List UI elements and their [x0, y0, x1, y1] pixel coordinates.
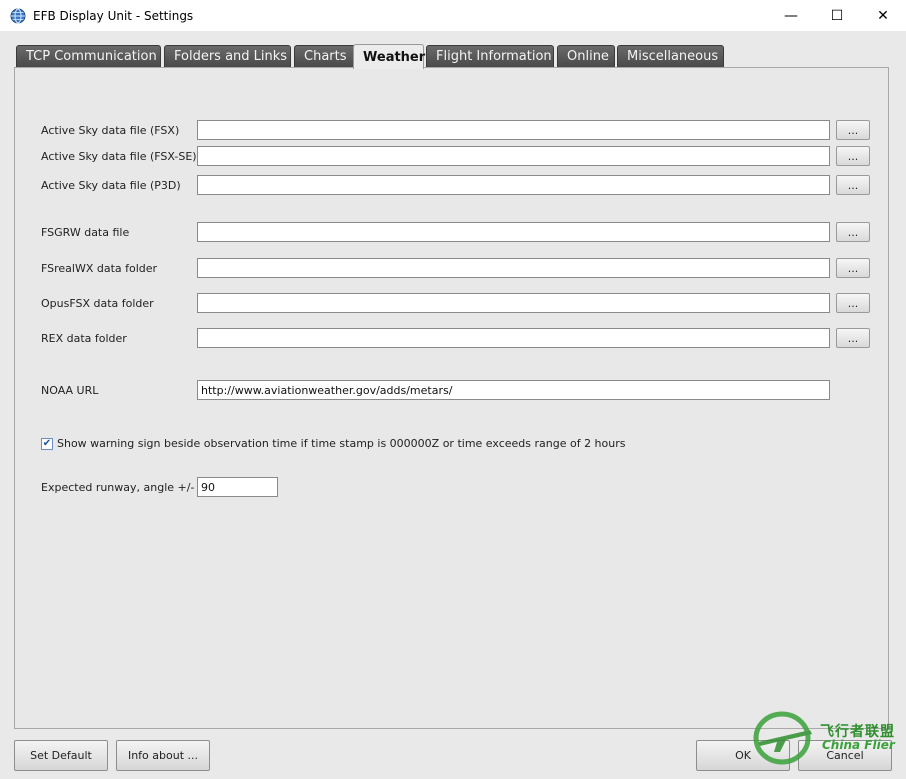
- active-sky-p3d-label: Active Sky data file (P3D): [41, 179, 181, 192]
- watermark-english-text: China Flier: [822, 738, 895, 752]
- fsgrw-label: FSGRW data file: [41, 226, 130, 239]
- china-flier-logo-icon: [753, 711, 812, 765]
- tab-weather[interactable]: Weather: [353, 44, 425, 69]
- opusfsx-label: OpusFSX data folder: [41, 297, 154, 310]
- settings-window: EFB Display Unit - Settings — ☐ ✕ TCP Co…: [0, 0, 906, 779]
- active-sky-fsx-input[interactable]: [197, 120, 830, 140]
- fsgrw-browse-button[interactable]: ...: [836, 222, 870, 242]
- active-sky-fsx-se-label: Active Sky data file (FSX-SE): [41, 150, 197, 163]
- opusfsx-input[interactable]: [197, 293, 830, 313]
- info-about-button[interactable]: Info about ...: [116, 740, 210, 771]
- minimize-button[interactable]: —: [768, 0, 814, 31]
- tab-online[interactable]: Online: [557, 45, 615, 67]
- active-sky-p3d-input[interactable]: [197, 175, 830, 195]
- set-default-button[interactable]: Set Default: [14, 740, 108, 771]
- maximize-button[interactable]: ☐: [814, 0, 860, 31]
- fsrealwx-input[interactable]: [197, 258, 830, 278]
- fsrealwx-browse-button[interactable]: ...: [836, 258, 870, 278]
- window-title: EFB Display Unit - Settings: [33, 8, 194, 23]
- title-bar: EFB Display Unit - Settings — ☐ ✕: [0, 0, 906, 31]
- rex-label: REX data folder: [41, 332, 127, 345]
- fsgrw-input[interactable]: [197, 222, 830, 242]
- close-button[interactable]: ✕: [860, 0, 906, 31]
- warning-sign-label: Show warning sign beside observation tim…: [57, 437, 626, 450]
- active-sky-fsx-browse-button[interactable]: ...: [836, 120, 870, 140]
- fsrealwx-label: FSrealWX data folder: [41, 262, 158, 275]
- rex-input[interactable]: [197, 328, 830, 348]
- noaa-url-input[interactable]: [197, 380, 830, 400]
- tab-miscellaneous[interactable]: Miscellaneous: [617, 45, 724, 67]
- runway-angle-label: Expected runway, angle +/-: [41, 481, 195, 494]
- tab-folders-and-links[interactable]: Folders and Links: [164, 45, 291, 67]
- warning-sign-checkbox[interactable]: ✔: [41, 438, 53, 450]
- tab-flight-information[interactable]: Flight Information: [426, 45, 554, 67]
- rex-browse-button[interactable]: ...: [836, 328, 870, 348]
- active-sky-fsx-se-browse-button[interactable]: ...: [836, 146, 870, 166]
- active-sky-fsx-label: Active Sky data file (FSX): [41, 124, 180, 137]
- globe-app-icon: [10, 8, 26, 23]
- tab-tcp-communication[interactable]: TCP Communication: [16, 45, 161, 67]
- runway-angle-input[interactable]: [197, 477, 278, 497]
- noaa-url-label: NOAA URL: [41, 384, 99, 397]
- opusfsx-browse-button[interactable]: ...: [836, 293, 870, 313]
- china-flier-watermark: 飞行者联盟 China Flier: [752, 708, 902, 774]
- active-sky-fsx-se-input[interactable]: [197, 146, 830, 166]
- active-sky-p3d-browse-button[interactable]: ...: [836, 175, 870, 195]
